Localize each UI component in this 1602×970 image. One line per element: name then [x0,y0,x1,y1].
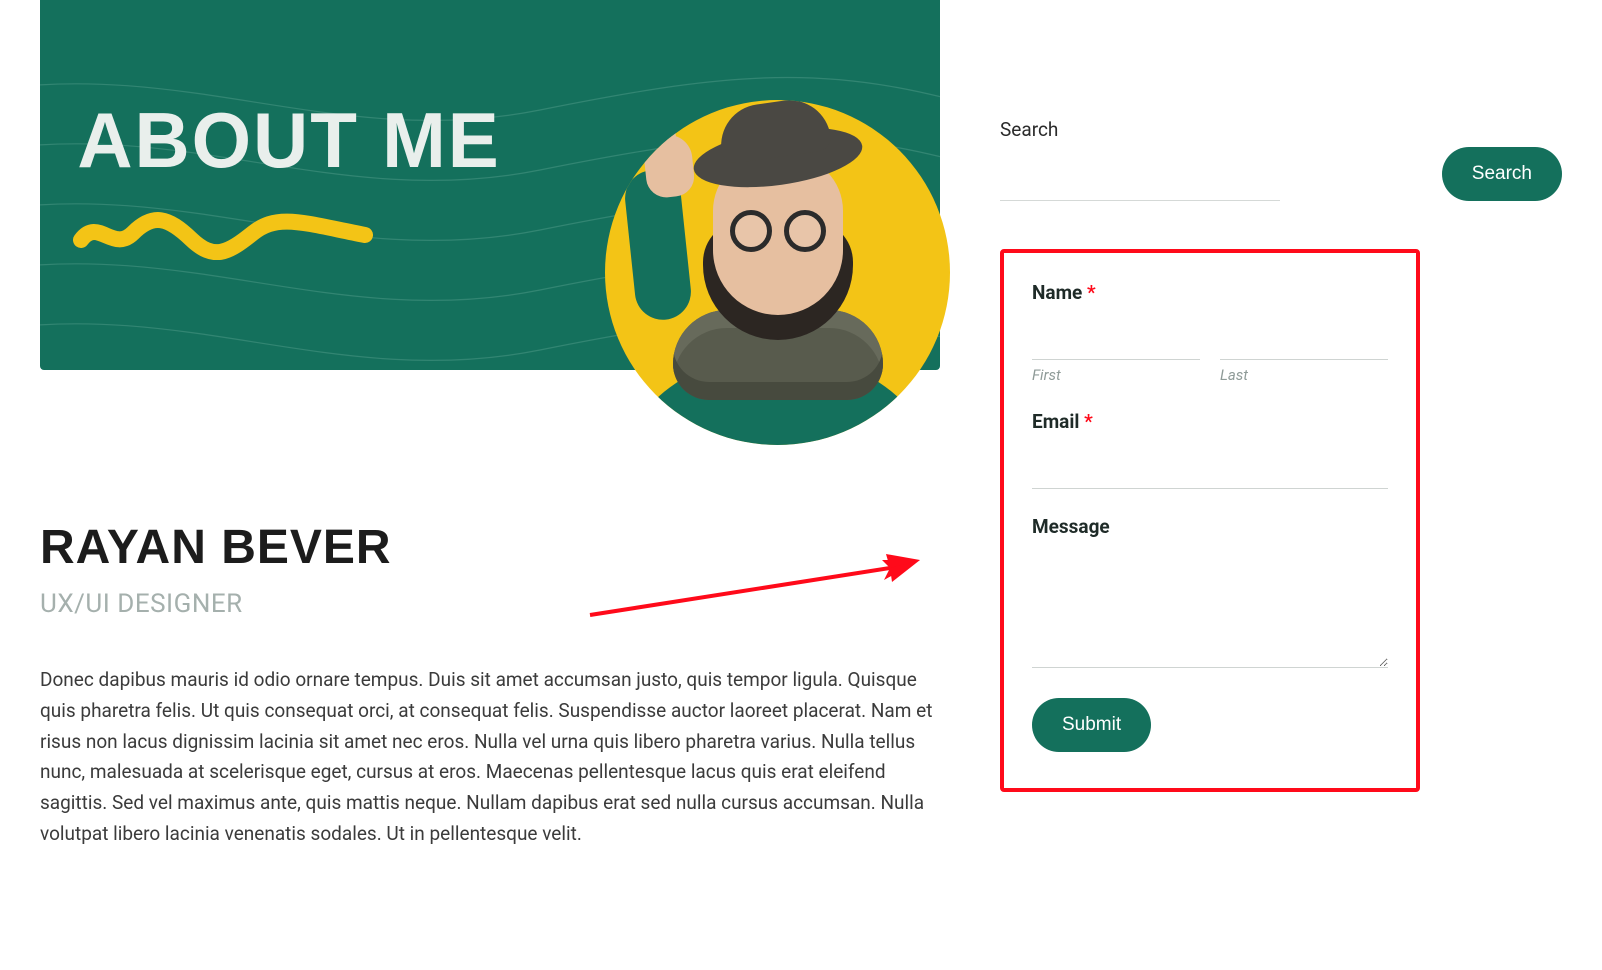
profile-portrait [605,100,950,445]
contact-form: Name * First Last Email * [1000,249,1420,792]
submit-button[interactable]: Submit [1032,698,1151,752]
search-label: Search [1000,118,1426,141]
profile-bio: Donec dapibus mauris id odio ornare temp… [40,665,940,850]
profile-name: RAYAN BEVER [40,520,940,575]
about-hero: ABOUT ME [40,0,940,370]
message-label: Message [1032,515,1388,538]
email-input[interactable] [1032,443,1388,489]
search-button[interactable]: Search [1442,147,1562,201]
search-widget: Search Search [1000,118,1562,201]
underline-squiggle-icon [73,205,373,260]
first-name-input[interactable] [1032,314,1200,360]
last-name-sublabel: Last [1220,366,1388,384]
email-label: Email * [1032,410,1388,433]
last-name-input[interactable] [1220,314,1388,360]
hero-title: ABOUT ME [77,95,500,186]
first-name-sublabel: First [1032,366,1200,384]
message-textarea[interactable] [1032,548,1388,668]
name-label: Name * [1032,281,1388,304]
profile-role: UX/UI DESIGNER [40,589,940,619]
search-input[interactable] [1000,169,1280,201]
